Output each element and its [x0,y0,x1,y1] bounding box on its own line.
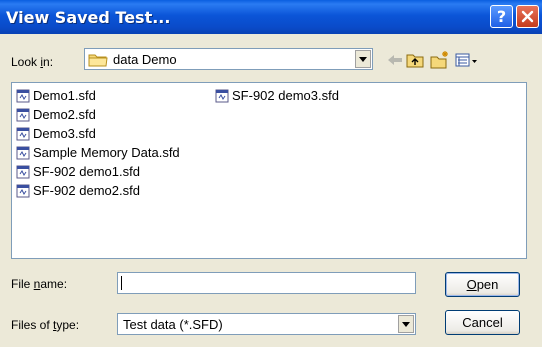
file-name-input[interactable] [117,272,416,294]
document-file-icon [16,127,30,141]
chevron-down-icon [359,57,367,62]
file-type-dropdown-button[interactable] [398,315,414,333]
chevron-down-icon [402,322,410,327]
back-arrow-icon[interactable] [386,50,404,70]
document-file-icon [16,165,30,179]
cancel-button[interactable]: Cancel [445,310,520,335]
view-menu-icon[interactable] [454,50,478,70]
file-list[interactable]: Demo1.sfd Demo2.sfd Demo3.sfd Sample Mem… [11,82,527,259]
document-file-icon [16,108,30,122]
title-bar: View Saved Test... ? [0,0,542,34]
look-in-combobox[interactable]: data Demo [84,48,373,70]
text-caret [121,276,122,290]
look-in-label: Look in: [11,55,54,69]
folder-icon [88,54,108,67]
help-button[interactable]: ? [490,5,513,28]
close-button[interactable] [516,5,539,28]
new-folder-icon[interactable] [429,50,451,70]
look-in-value: data Demo [113,52,177,67]
document-file-icon [16,89,30,103]
look-in-dropdown-button[interactable] [355,50,371,68]
open-button[interactable]: Open [445,272,520,297]
up-folder-icon[interactable] [405,50,425,70]
file-type-value: Test data (*.SFD) [123,317,223,332]
document-file-icon [16,146,30,160]
file-type-label: Files of type: [11,318,80,332]
file-name-label: File name: [11,277,68,291]
document-file-icon [215,89,229,103]
window-title: View Saved Test... [6,8,171,27]
file-type-select[interactable]: Test data (*.SFD) [117,313,416,335]
help-icon: ? [496,7,507,26]
document-file-icon [16,184,30,198]
close-icon [521,10,534,23]
